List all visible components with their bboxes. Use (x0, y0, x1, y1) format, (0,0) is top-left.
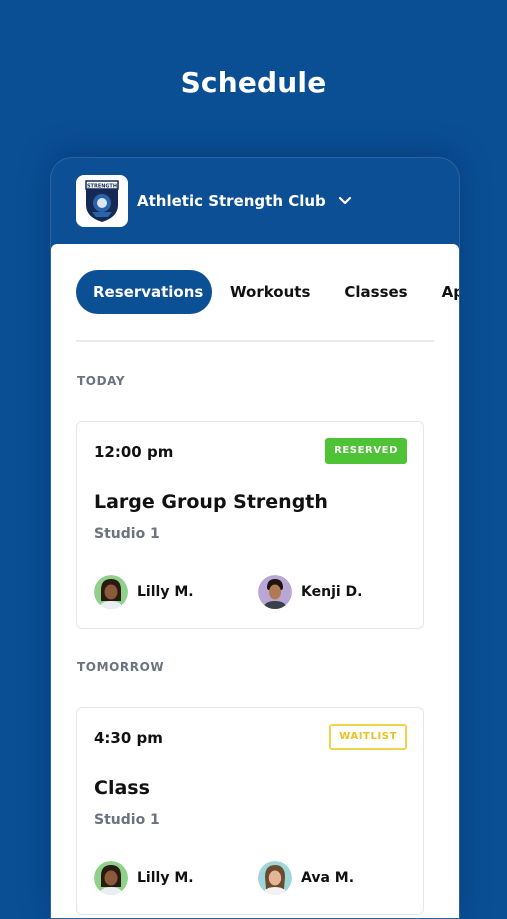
status-badge-waitlist: WAITLIST (329, 724, 407, 750)
reservation-card[interactable]: 12:00 pm RESERVED Large Group Strength S… (76, 421, 424, 629)
tab-classes[interactable]: Classes (327, 270, 424, 314)
club-selector[interactable]: STRENGTH Athletic Strength Club (76, 174, 352, 228)
tab-reservations[interactable]: Reservations (76, 270, 212, 314)
section-label-tomorrow: TOMORROW (77, 660, 165, 674)
attendee[interactable]: Kenji D. (258, 575, 362, 609)
status-badge-reserved: RESERVED (325, 438, 407, 464)
tab-appointments[interactable]: Ap (425, 270, 459, 314)
studio-name: Studio 1 (94, 526, 160, 542)
svg-text:STRENGTH: STRENGTH (87, 183, 117, 189)
app-frame: STRENGTH Athletic Strength Club Reservat… (50, 157, 460, 919)
avatar (258, 575, 292, 609)
avatar (94, 861, 128, 895)
reservation-time: 12:00 pm (94, 443, 174, 461)
attendee[interactable]: Lilly M. (94, 575, 194, 609)
reservation-card[interactable]: 4:30 pm WAITLIST Class Studio 1 Lilly M. (76, 707, 424, 915)
chevron-down-icon[interactable] (338, 196, 352, 206)
class-title: Large Group Strength (94, 491, 328, 513)
avatar (94, 575, 128, 609)
club-logo: STRENGTH (76, 175, 128, 227)
attendee-name: Ava M. (301, 870, 355, 886)
tab-bar: Reservations Workouts Classes Ap (76, 270, 459, 314)
attendee-name: Lilly M. (137, 870, 194, 886)
schedule-content: Reservations Workouts Classes Ap TODAY 1… (51, 244, 459, 918)
page-title: Schedule (180, 66, 327, 99)
reservation-time: 4:30 pm (94, 729, 163, 747)
attendee-name: Lilly M. (137, 584, 194, 600)
attendee[interactable]: Lilly M. (94, 861, 194, 895)
club-name: Athletic Strength Club (137, 192, 326, 210)
section-label-today: TODAY (77, 374, 126, 388)
tabs-divider (76, 340, 434, 342)
studio-name: Studio 1 (94, 812, 160, 828)
attendee[interactable]: Ava M. (258, 861, 354, 895)
club-crest-icon: STRENGTH (85, 180, 119, 222)
tab-workouts[interactable]: Workouts (213, 270, 327, 314)
avatar (258, 861, 292, 895)
class-title: Class (94, 777, 150, 799)
attendee-name: Kenji D. (301, 584, 363, 600)
